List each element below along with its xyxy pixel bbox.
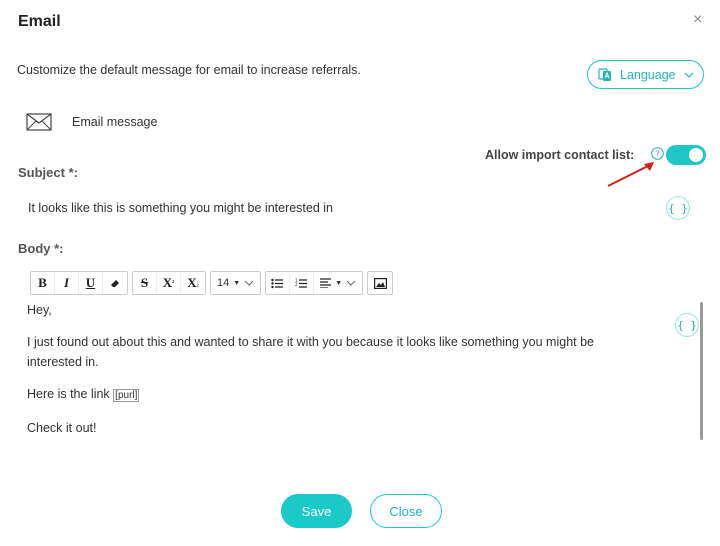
superscript-button[interactable]: X² xyxy=(157,272,181,294)
font-size-select[interactable]: 14 ▼ xyxy=(211,272,260,294)
script-group: S X² X₂ xyxy=(132,271,206,295)
body-paragraph: Hey, xyxy=(27,303,52,317)
italic-button[interactable]: I xyxy=(55,272,79,294)
dialog-description: Customize the default message for email … xyxy=(17,63,361,77)
editor-toolbar: B I U S X² X₂ 14 ▼ 12 ▼ xyxy=(30,271,394,295)
underline-button[interactable]: U xyxy=(79,272,103,294)
bullet-list-icon xyxy=(271,278,284,288)
subscript-letter: X xyxy=(187,275,197,290)
email-message-label: Email message xyxy=(72,115,158,129)
chevron-down-icon xyxy=(244,280,254,286)
subject-input[interactable] xyxy=(28,201,628,215)
subscript-mark-icon: ₂ xyxy=(196,279,199,287)
chevron-down-icon xyxy=(346,280,356,286)
caret-down-icon: ▼ xyxy=(233,279,241,287)
body-paragraph: Here is the link [purl] xyxy=(27,384,687,406)
subject-label: Subject *: xyxy=(18,165,78,180)
media-group xyxy=(367,271,394,295)
close-button[interactable]: Close xyxy=(370,494,442,528)
subscript-button[interactable]: X₂ xyxy=(181,272,205,294)
numbered-list-button[interactable]: 12 xyxy=(290,272,315,294)
body-paragraph: Check it out! xyxy=(27,421,97,435)
svg-text:2: 2 xyxy=(295,282,298,287)
clear-format-button[interactable] xyxy=(103,272,127,294)
superscript-mark-icon: ² xyxy=(172,279,175,287)
close-icon[interactable]: × xyxy=(693,11,702,29)
import-contacts-toggle[interactable] xyxy=(666,145,706,165)
annotation-arrow xyxy=(607,162,654,187)
body-label: Body *: xyxy=(18,241,64,256)
format-group: B I U xyxy=(30,271,128,295)
image-icon xyxy=(373,277,387,289)
bold-button[interactable]: B xyxy=(31,272,55,294)
caret-down-icon: ▼ xyxy=(335,279,343,287)
editor-scrollbar[interactable] xyxy=(700,302,703,440)
body-paragraph: I just found out about this and wanted t… xyxy=(27,335,595,369)
insert-token-button-body[interactable]: { } xyxy=(675,313,699,337)
font-size-group: 14 ▼ xyxy=(210,271,262,295)
font-size-value: 14 xyxy=(217,277,230,289)
align-left-icon xyxy=(320,278,332,288)
numbered-list-icon: 12 xyxy=(295,278,308,288)
language-dropdown[interactable]: Language xyxy=(587,60,704,89)
body-editor[interactable]: Hey, I just found out about this and wan… xyxy=(27,300,687,450)
insert-image-button[interactable] xyxy=(368,272,392,294)
superscript-letter: X xyxy=(162,275,173,290)
dialog-title: Email xyxy=(18,13,61,30)
strikethrough-button[interactable]: S xyxy=(133,272,157,294)
bullet-list-button[interactable] xyxy=(266,272,291,294)
list-group: 12 ▼ xyxy=(265,271,364,295)
purl-token: [purl] xyxy=(113,389,140,402)
language-label: Language xyxy=(620,67,676,82)
save-button[interactable]: Save xyxy=(281,494,352,528)
toggle-knob xyxy=(689,148,703,162)
translate-icon xyxy=(598,67,611,81)
chevron-down-icon xyxy=(684,72,694,78)
align-select[interactable]: ▼ xyxy=(314,272,362,294)
eraser-icon xyxy=(110,279,119,287)
body-paragraph-text: Here is the link xyxy=(27,387,110,401)
insert-token-button-subject[interactable]: { } xyxy=(666,196,690,220)
mail-icon xyxy=(26,113,52,131)
